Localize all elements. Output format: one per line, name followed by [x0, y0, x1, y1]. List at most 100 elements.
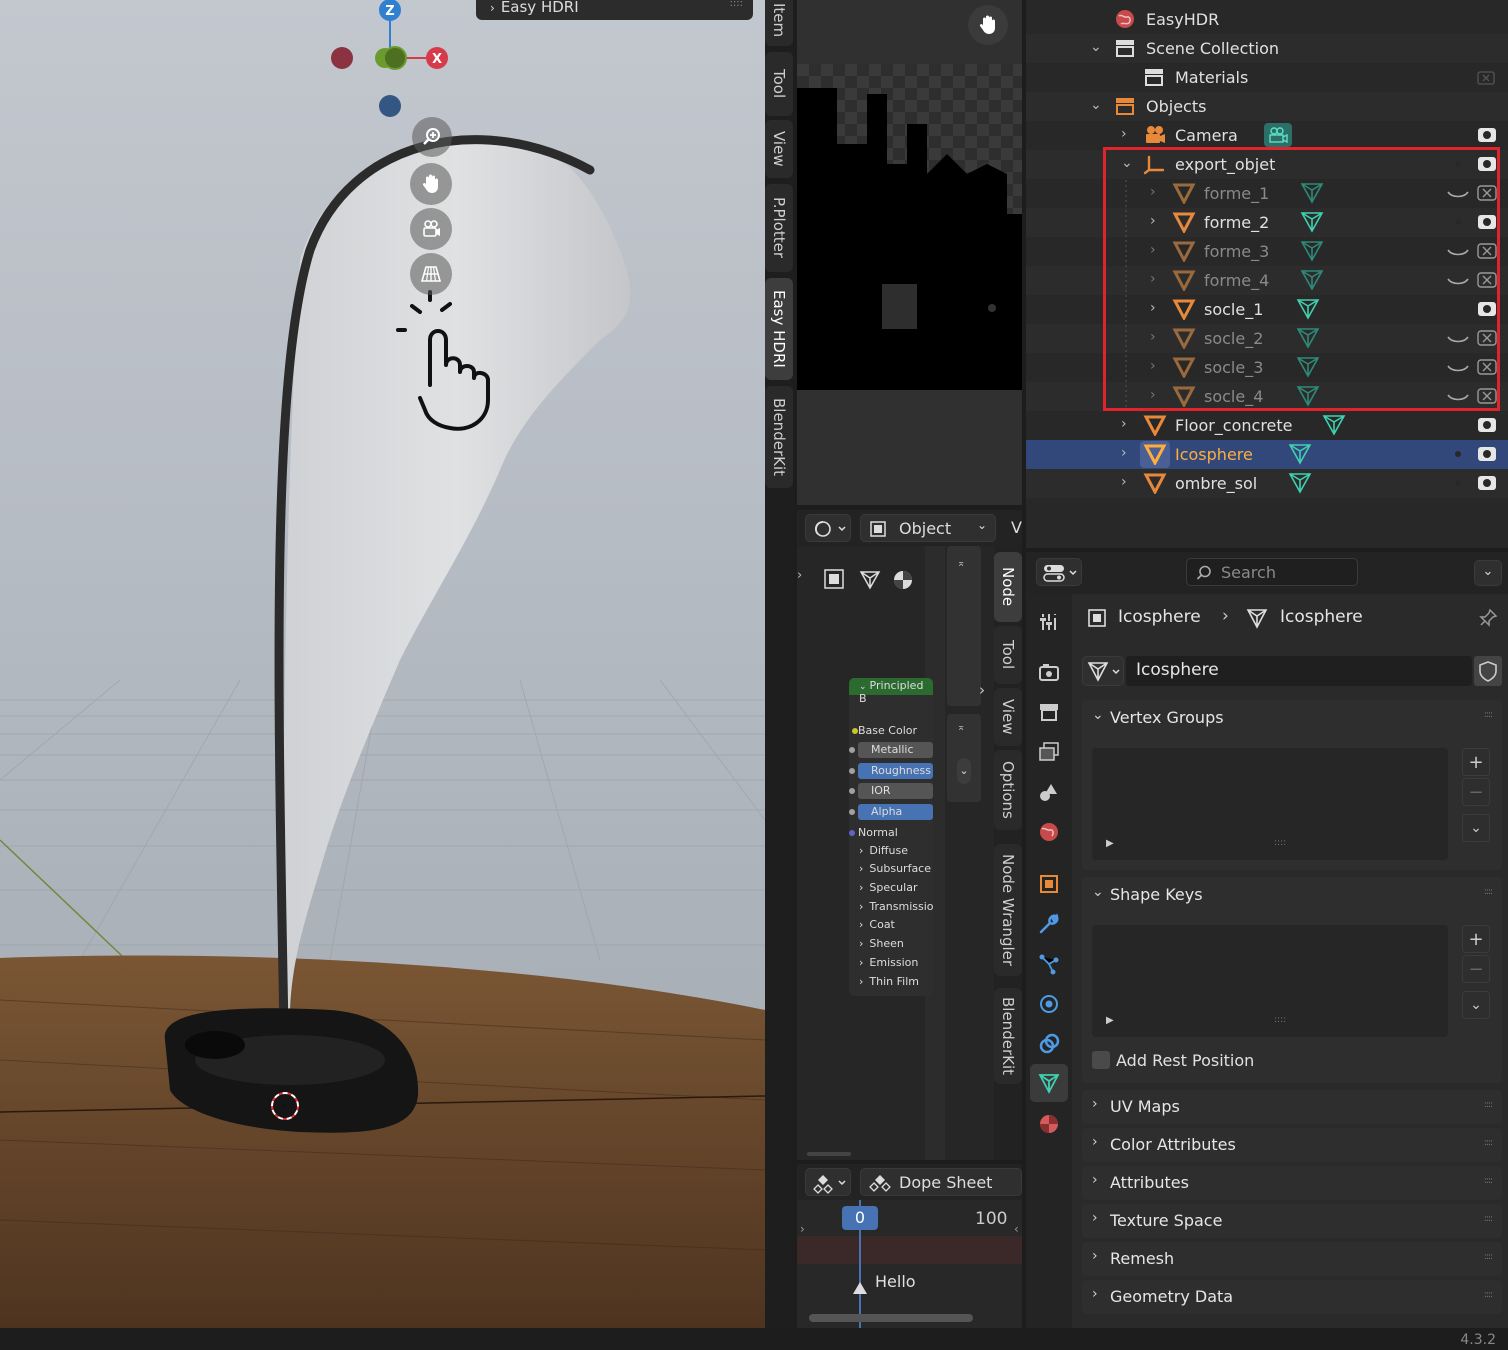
tab-object[interactable] — [1035, 870, 1063, 898]
tab-particles[interactable] — [1035, 950, 1063, 978]
chevron-down-icon[interactable]: ⌄ — [1092, 707, 1104, 723]
panel-color-attributes[interactable]: › Color Attributes:::: — [1082, 1128, 1502, 1162]
fake-user-toggle[interactable] — [1474, 656, 1502, 686]
shape-keys-list[interactable]: ▶ :::: — [1092, 925, 1448, 1037]
editor-type-selector[interactable] — [805, 514, 851, 542]
properties-search-input[interactable]: Search — [1186, 558, 1358, 586]
panel-texture-space[interactable]: › Texture Space:::: — [1082, 1204, 1502, 1238]
n-tab-pplotter[interactable]: P.Plotter — [765, 184, 793, 272]
pin-icon[interactable] — [1478, 608, 1498, 628]
tab-scene[interactable] — [1035, 778, 1063, 806]
remove-vertex-group-button[interactable]: − — [1462, 778, 1490, 806]
tab-mesh-data[interactable] — [1035, 1069, 1063, 1097]
zoom-button[interactable] — [412, 117, 452, 157]
play-icon[interactable]: ▶ — [1106, 1015, 1114, 1026]
panel-title[interactable]: Shape Keys — [1110, 885, 1203, 904]
resize-handle-icon[interactable]: :::: — [1274, 1015, 1286, 1025]
remove-shape-key-button[interactable]: − — [1462, 955, 1490, 983]
vertex-groups-list[interactable]: ▶ :::: — [1092, 748, 1448, 860]
dope-sheet-mode-selector[interactable]: Dope Sheet — [860, 1168, 1022, 1196]
node-tab-blenderkit[interactable]: BlenderKit — [994, 988, 1022, 1084]
tab-physics[interactable] — [1035, 990, 1063, 1018]
perspective-toggle-button[interactable] — [410, 253, 452, 295]
node-panel-transmission[interactable]: › Transmissio — [859, 900, 934, 913]
tab-modifiers[interactable] — [1035, 910, 1063, 938]
mesh-datablock-browse[interactable] — [1082, 656, 1124, 686]
node-panel-diffuse[interactable]: › Diffuse — [859, 844, 908, 857]
timeline-marker-icon[interactable] — [853, 1282, 867, 1294]
node-panel-specular[interactable]: › Specular — [859, 881, 917, 894]
chevron-down-icon[interactable]: ⌄ — [1092, 884, 1104, 900]
node-panel-subsurface[interactable]: › Subsurface — [859, 862, 931, 875]
add-shape-key-button[interactable]: + — [1462, 925, 1490, 953]
socket-ior[interactable]: IOR — [849, 783, 933, 799]
node-toolbar[interactable] — [819, 564, 919, 594]
sidebar-toggle-chevron[interactable]: › — [979, 681, 985, 699]
drag-handle-icon[interactable]: :::: — [1484, 710, 1493, 720]
tab-world[interactable] — [1035, 818, 1063, 846]
tab-tool[interactable] — [1035, 608, 1063, 636]
node-tab-options[interactable]: Options — [994, 750, 1022, 830]
node-canvas-scrollbar[interactable] — [807, 1152, 851, 1156]
node-side-handle-2[interactable]: ⌅ ⌄ — [947, 714, 981, 802]
mesh-data-icon[interactable] — [1288, 444, 1312, 465]
properties-editor-type[interactable] — [1036, 558, 1082, 586]
pan-button[interactable] — [410, 163, 452, 205]
n-tab-tool[interactable]: Tool — [765, 52, 793, 116]
panel-geometry-data[interactable]: › Geometry Data:::: — [1082, 1280, 1502, 1314]
socket-roughness[interactable]: Roughness — [849, 763, 933, 779]
camera-view-button[interactable] — [410, 208, 452, 250]
socket-normal[interactable]: Normal — [849, 826, 898, 839]
add-vertex-group-button[interactable]: + — [1462, 748, 1490, 776]
panel-title[interactable]: Vertex Groups — [1110, 708, 1224, 727]
node-canvas[interactable]: › ⌅ › ⌅ ⌄ ⌄ Principled B Base Color Metall… — [797, 546, 994, 1160]
dope-sheet-editor-type[interactable] — [805, 1168, 851, 1196]
tab-constraints[interactable] — [1035, 1030, 1063, 1058]
options-dropdown[interactable]: ⌄ — [1474, 560, 1502, 586]
node-tab-node-wrangler[interactable]: Node Wrangler — [994, 844, 1022, 976]
n-tab-item[interactable]: Item — [765, 0, 793, 46]
tab-output[interactable] — [1035, 698, 1063, 726]
toolbar-expand-chevron[interactable]: › — [797, 568, 802, 583]
vertex-group-specials-button[interactable]: ⌄ — [1462, 814, 1490, 842]
easy-hdri-panel-header[interactable]: › Easy HDRI:::: — [476, 0, 753, 20]
node-title-bar[interactable]: ⌄ Principled B — [849, 678, 933, 705]
tab-view-layer[interactable] — [1035, 738, 1063, 766]
add-rest-position-checkbox[interactable] — [1092, 1051, 1110, 1069]
node-tab-tool[interactable]: Tool — [994, 626, 1022, 684]
channel-expand-chevron[interactable]: › — [800, 1222, 805, 1236]
node-tab-node[interactable]: Node — [994, 552, 1022, 622]
region-collapse-chevron[interactable]: ‹ — [1014, 1222, 1019, 1236]
node-tab-view[interactable]: View — [994, 688, 1022, 746]
pan-view-button[interactable] — [968, 5, 1008, 45]
panel-attributes[interactable]: › Attributes:::: — [1082, 1166, 1502, 1200]
tab-render[interactable] — [1035, 658, 1063, 686]
n-tab-easy-hdri[interactable]: Easy HDRI — [765, 278, 793, 380]
socket-metallic[interactable]: Metallic — [849, 742, 933, 758]
node-panel-emission[interactable]: › Emission — [859, 956, 918, 969]
socket-alpha[interactable]: Alpha — [849, 804, 933, 820]
mesh-name-field[interactable]: Icosphere — [1126, 656, 1472, 686]
resize-handle-icon[interactable]: :::: — [1274, 838, 1286, 848]
play-icon[interactable]: ▶ — [1106, 838, 1114, 849]
n-tab-blenderkit[interactable]: BlenderKit — [765, 386, 793, 488]
panel-remesh[interactable]: › Remesh:::: — [1082, 1242, 1502, 1276]
node-panel-sheen[interactable]: › Sheen — [859, 937, 904, 950]
panel-uv-maps[interactable]: › UV Maps:::: — [1082, 1090, 1502, 1124]
view-menu-truncated[interactable]: V — [1011, 518, 1022, 537]
tab-material[interactable] — [1035, 1110, 1063, 1138]
mesh-data-icon[interactable] — [1322, 415, 1346, 436]
node-panel-thin-film[interactable]: › Thin Film — [859, 975, 919, 988]
mesh-data-icon[interactable] — [1288, 473, 1312, 494]
dope-sheet-timeline[interactable]: 0 100 › ‹ Hello — [797, 1200, 1022, 1328]
current-frame-indicator[interactable]: 0 — [842, 1206, 878, 1230]
n-tab-view[interactable]: View — [765, 120, 793, 178]
drag-handle-icon[interactable]: :::: — [1484, 887, 1493, 897]
object-mode-selector[interactable]: Object ⌄ — [860, 514, 996, 542]
timeline-scrollbar[interactable] — [809, 1314, 973, 1322]
shape-key-specials-button[interactable]: ⌄ — [1462, 991, 1490, 1019]
socket-base-color[interactable]: Base Color — [852, 724, 917, 737]
principled-bsdf-node[interactable]: ⌄ Principled B Base Color Metallic Roughn… — [849, 678, 934, 996]
node-side-handle[interactable]: ⌅ — [947, 546, 981, 706]
3d-viewport[interactable]: Z X › Easy HDRI:::: — [0, 0, 765, 1328]
